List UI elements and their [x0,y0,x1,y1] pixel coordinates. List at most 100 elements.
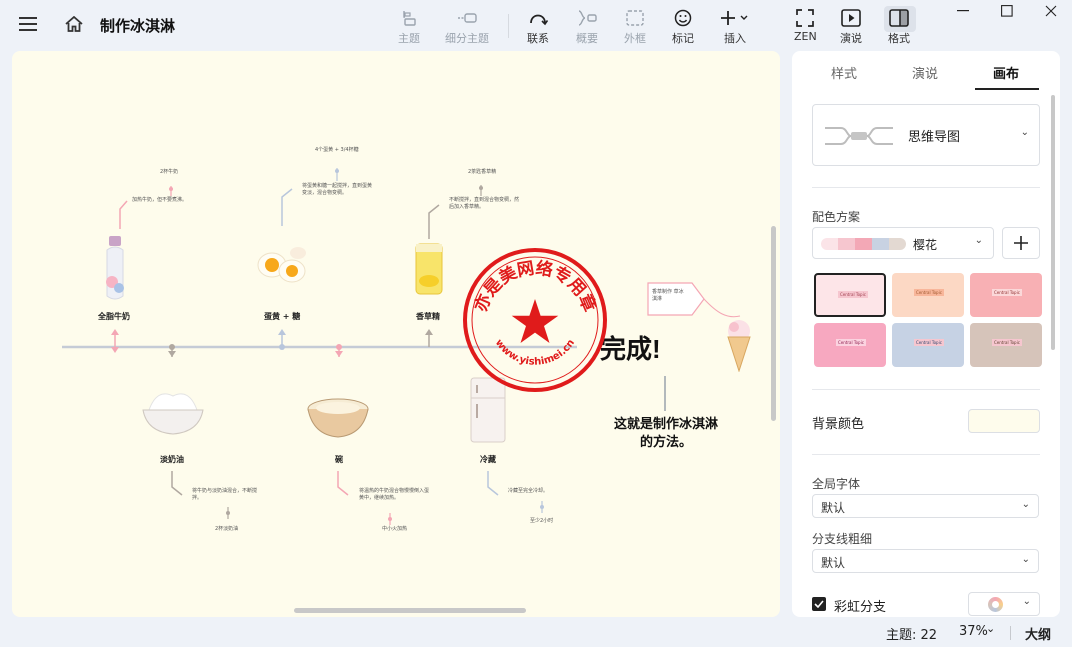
marker-label: 标记 [672,32,694,45]
cream-bowl-image [139,386,207,438]
summary-button[interactable]: 概要 [576,8,598,46]
done-topic[interactable]: 完成! [600,329,661,366]
topic-vanilla[interactable]: 香草精 [416,311,440,322]
label-tag-text[interactable]: 香草制作 草冰淇淋 [652,289,688,303]
note-bowl[interactable]: 将温热的牛奶混合物慢慢倒入蛋黄中，继续加热。 [359,488,429,502]
relation-label: 联系 [527,32,549,45]
font-label: 全局字体 [812,477,861,491]
chevron-down-icon: ⌄ [1021,554,1030,565]
boundary-icon [626,8,644,28]
note-fridge-tag[interactable]: 至少2小时 [530,518,553,525]
format-panel: 样式 演说 画布 思维导图 ⌄ 配色方案 樱花 ⌄ Central Topic … [792,51,1060,617]
note-milk[interactable]: 加热牛奶，但不要煮沸。 [132,197,212,204]
tab-present[interactable]: 演说 [912,63,938,82]
active-tab-indicator [975,88,1039,90]
font-select[interactable]: 默认 ⌄ [812,494,1039,518]
note-cream[interactable]: 将牛奶与淡奶油混合，不断搅拌。 [192,488,262,502]
theme-option-3[interactable]: Central Topic [970,273,1042,317]
home-icon[interactable] [63,14,85,34]
summary-label: 概要 [576,32,598,45]
zoom-level[interactable]: 37% [959,624,988,639]
theme-thumb-text: Central Topic [992,339,1022,346]
branch-width-label: 分支线粗细 [812,532,873,546]
stamp-url: www.yishimei.cn [493,338,577,368]
palette-swatches [821,238,906,250]
note-egg-tag[interactable]: 4个蛋黄 + 3/4杯糖 [315,147,365,154]
theme-option-5[interactable]: Central Topic [892,323,964,367]
status-divider [1010,626,1011,640]
note-bowl-tag[interactable]: 中小火加热 [382,526,407,533]
rainbow-style-select[interactable]: ⌄ [968,592,1040,616]
relation-button[interactable]: 联系 [527,8,549,46]
present-label: 演说 [840,32,862,45]
add-scheme-button[interactable] [1002,227,1040,259]
fullscreen-icon [796,8,815,28]
eggs-image [252,241,312,286]
outline-button[interactable]: 大纲 [1025,624,1051,643]
structure-label: 思维导图 [908,130,961,145]
status-bar: 主题: 22 37% ⌄ 大纲 [0,620,1072,647]
font-value: 默认 [821,501,846,515]
topic-count: 主题: 22 [886,628,938,643]
close-icon[interactable] [1040,2,1062,20]
boundary-label: 外框 [624,32,646,45]
insert-button[interactable]: 插入 [720,8,750,46]
topic-button[interactable]: 主题 [398,8,420,46]
chevron-down-icon: ⌄ [974,235,983,246]
bg-color-label: 背景颜色 [812,417,865,432]
topic-cream[interactable]: 淡奶油 [160,454,184,465]
zoom-chevron-icon[interactable]: ⌄ [986,622,995,635]
tab-style[interactable]: 样式 [831,63,857,82]
check-icon [814,600,824,608]
zen-button[interactable]: ZEN [794,8,817,43]
toolbar-divider [508,14,509,38]
rainbow-ring-hole [992,601,999,608]
note-vanilla[interactable]: 不断搅拌，直到混合物变稠，然后加入香草精。 [449,197,519,211]
insert-label: 插入 [724,32,746,45]
tab-canvas[interactable]: 画布 [993,63,1019,82]
done-subtopic[interactable]: 这就是制作冰淇淋的方法。 [610,416,722,452]
theme-option-1[interactable]: Central Topic [814,273,886,317]
theme-option-4[interactable]: Central Topic [814,323,886,367]
mindmap-canvas[interactable]: 全脂牛奶 蛋黄 + 糖 香草精 淡奶油 碗 冷藏 2杯牛奶 加热牛奶，但不要煮沸… [12,51,780,617]
maximize-icon[interactable] [996,2,1018,20]
panel-icon [889,8,909,28]
topic-bowl[interactable]: 碗 [335,454,343,465]
milk-bottle-image [100,236,130,302]
branch-width-select[interactable]: 默认 ⌄ [812,549,1039,573]
play-icon [841,8,861,28]
theme-option-2[interactable]: Central Topic [892,273,964,317]
minimize-icon[interactable] [952,2,974,20]
note-milk-tag[interactable]: 2杯牛奶 [160,169,178,176]
zen-label: ZEN [794,30,817,43]
topic-milk[interactable]: 全脂牛奶 [98,311,130,322]
note-cream-tag[interactable]: 2杯淡奶油 [215,526,238,533]
note-vanilla-tag[interactable]: 2茶匙香草精 [468,169,496,176]
ice-cream-image [724,317,754,373]
marker-button[interactable]: 标记 [672,8,694,46]
theme-option-6[interactable]: Central Topic [970,323,1042,367]
format-button[interactable]: 格式 [888,8,910,46]
note-fridge[interactable]: 冷藏至完全冷却。 [508,488,568,495]
watermark-stamp: 亦是美网络专用章 www.yishimei.cn [462,247,608,393]
bg-color-swatch[interactable] [968,409,1040,433]
smiley-icon [674,8,692,28]
structure-select[interactable]: 思维导图 ⌄ [812,104,1040,166]
subtopic-button[interactable]: 细分主题 [445,8,489,46]
present-button[interactable]: 演说 [840,8,862,46]
color-scheme-value: 樱花 [913,238,938,252]
panel-tabs: 样式 演说 画布 [792,51,1060,91]
bowl-image [303,391,373,441]
topic-eggs-sugar[interactable]: 蛋黄 + 糖 [264,311,300,322]
plus-dropdown-icon [720,8,750,28]
panel-scrollbar[interactable] [1051,95,1055,350]
branch-width-value: 默认 [821,556,846,570]
boundary-button[interactable]: 外框 [624,8,646,46]
note-egg[interactable]: 将蛋黄和糖一起搅拌，直到蛋黄变淡，混合物变稠。 [302,183,372,197]
rainbow-checkbox[interactable] [812,597,826,611]
topic-fridge[interactable]: 冷藏 [480,454,496,465]
mindmap-structure-icon [825,123,893,153]
color-scheme-select[interactable]: 樱花 ⌄ [812,227,994,259]
menu-icon[interactable] [18,14,38,34]
svg-text:www.yishimei.cn: www.yishimei.cn [493,338,577,368]
